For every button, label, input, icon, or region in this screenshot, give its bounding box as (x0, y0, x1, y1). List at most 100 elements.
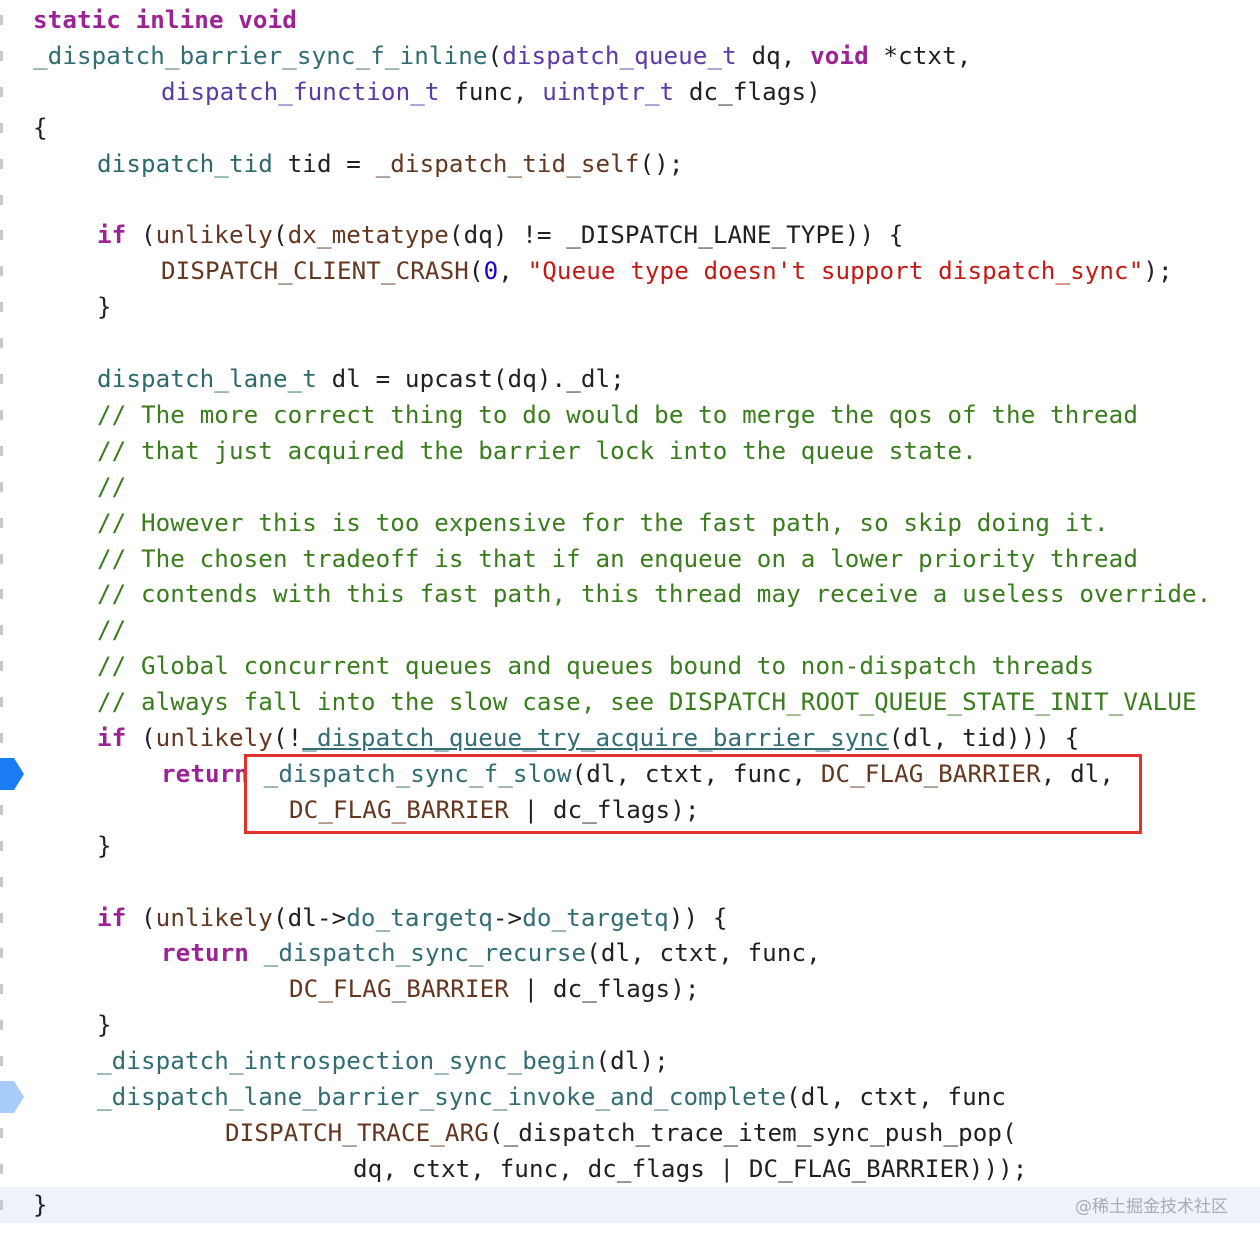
line-number-gutter-mark[interactable] (0, 338, 3, 349)
number-literal: 0 (483, 257, 499, 286)
line-number-gutter-mark[interactable] (0, 50, 3, 61)
line-number-gutter-mark[interactable] (0, 194, 3, 205)
code-text: } (33, 828, 112, 864)
code-line[interactable] (0, 864, 1260, 900)
disabled-breakpoint-icon[interactable] (0, 1081, 24, 1113)
code-line[interactable]: } (0, 1007, 1260, 1043)
line-number-gutter-mark[interactable] (0, 517, 3, 528)
code-text: { (33, 110, 48, 146)
macro: dx_metatype (287, 221, 449, 250)
line-number-gutter-mark[interactable] (0, 984, 3, 995)
code-line[interactable]: // The chosen tradeoff is that if an enq… (0, 541, 1260, 577)
code-token: , dl, (1040, 759, 1115, 788)
code-line[interactable]: _dispatch_barrier_sync_f_inline(dispatch… (0, 38, 1260, 74)
keyword: static inline void (33, 6, 297, 34)
line-number-gutter-mark[interactable] (0, 1056, 3, 1067)
code-text: // The chosen tradeoff is that if an enq… (33, 541, 1138, 577)
line-number-gutter-mark[interactable] (0, 553, 3, 564)
code-line[interactable]: // The more correct thing to do would be… (0, 397, 1260, 433)
code-token: ( (126, 903, 156, 932)
code-token: ( (468, 257, 484, 286)
code-line[interactable]: DC_FLAG_BARRIER | dc_flags); (0, 792, 1260, 828)
code-line[interactable]: { (0, 110, 1260, 146)
line-number-gutter-mark[interactable] (0, 15, 3, 25)
line-number-gutter-mark[interactable] (0, 840, 3, 851)
line-number-gutter-mark[interactable] (0, 302, 3, 313)
breakpoint-icon[interactable] (0, 757, 24, 790)
macro: DC_FLAG_BARRIER (820, 759, 1041, 788)
code-line[interactable]: // (0, 612, 1260, 648)
code-line[interactable]: // Global concurrent queues and queues b… (0, 648, 1260, 684)
keyword: void (810, 41, 869, 70)
line-number-gutter-mark[interactable] (0, 374, 3, 384)
line-number-gutter-mark[interactable] (0, 445, 3, 456)
line-number-gutter-mark[interactable] (0, 804, 3, 815)
code-editor[interactable]: static inline void _dispatch_barrier_sync… (0, 0, 1260, 1244)
line-number-gutter-mark[interactable] (0, 86, 3, 97)
code-token: ); (1143, 257, 1173, 286)
line-number-gutter-mark[interactable] (0, 481, 3, 492)
macro: _dispatch_tid_self (375, 149, 640, 178)
code-line[interactable]: if (unlikely(dx_metatype(dq) != _DISPATC… (0, 217, 1260, 253)
code-text: static inline void (33, 2, 297, 38)
code-line[interactable]: } (0, 828, 1260, 864)
line-number-gutter-mark[interactable] (0, 912, 3, 923)
code-line[interactable]: DISPATCH_CLIENT_CRASH(0, "Queue type doe… (0, 253, 1260, 289)
code-line[interactable]: return _dispatch_sync_f_slow(dl, ctxt, f… (0, 756, 1260, 792)
code-line[interactable]: dispatch_function_t func, uintptr_t dc_f… (0, 74, 1260, 110)
code-line[interactable]: } (0, 289, 1260, 325)
code-line[interactable]: // that just acquired the barrier lock i… (0, 433, 1260, 469)
line-number-gutter-mark[interactable] (0, 266, 3, 277)
code-line[interactable]: dq, ctxt, func, dc_flags | DC_FLAG_BARRI… (0, 1151, 1260, 1187)
code-line[interactable] (0, 325, 1260, 361)
line-number-gutter-mark[interactable] (0, 1199, 3, 1210)
code-line[interactable]: static inline void (0, 2, 1260, 38)
code-line[interactable]: DC_FLAG_BARRIER | dc_flags); (0, 971, 1260, 1007)
code-token: } (33, 831, 112, 860)
macro: DC_FLAG_BARRIER (289, 975, 509, 1004)
line-number-gutter-mark[interactable] (0, 158, 3, 169)
code-line[interactable] (0, 182, 1260, 218)
code-token: (dl, ctxt, func (786, 1083, 1007, 1111)
code-line[interactable]: DISPATCH_TRACE_ARG(_dispatch_trace_item_… (0, 1115, 1260, 1151)
code-line[interactable]: if (unlikely(dl->do_targetq->do_targetq)… (0, 900, 1260, 936)
function-name: _dispatch_lane_barrier_sync_invoke_and_c… (97, 1083, 787, 1111)
line-number-gutter-mark[interactable] (0, 1163, 3, 1174)
code-text: // The more correct thing to do would be… (33, 397, 1138, 433)
code-line[interactable]: // always fall into the slow case, see D… (0, 684, 1260, 720)
code-line[interactable]: // contends with this fast path, this th… (0, 576, 1260, 612)
code-text: // (33, 469, 126, 505)
line-number-gutter-mark[interactable] (0, 1127, 3, 1138)
code-line[interactable]: dispatch_tid tid = _dispatch_tid_self(); (0, 146, 1260, 182)
code-line[interactable]: _dispatch_introspection_sync_begin(dl); (0, 1043, 1260, 1079)
keyword: return (161, 939, 249, 968)
line-number-gutter-mark[interactable] (0, 122, 3, 133)
function-name: do_targetq (346, 903, 493, 932)
line-number-gutter-mark[interactable] (0, 697, 3, 708)
code-line[interactable]: return _dispatch_sync_recurse(dl, ctxt, … (0, 935, 1260, 971)
comment: // However this is too expensive for the… (97, 508, 1109, 537)
code-line[interactable]: } (0, 1186, 1260, 1223)
code-line[interactable]: if (unlikely(!_dispatch_queue_try_acquir… (0, 720, 1260, 756)
line-number-gutter-mark[interactable] (0, 733, 3, 743)
line-number-gutter-mark[interactable] (0, 589, 3, 600)
line-number-gutter-mark[interactable] (0, 876, 3, 887)
code-text: dispatch_lane_t dl = upcast(dq)._dl; (33, 361, 625, 397)
code-line[interactable]: // However this is too expensive for the… (0, 505, 1260, 541)
line-number-gutter-mark[interactable] (0, 661, 3, 672)
code-text: dispatch_tid tid = _dispatch_tid_self(); (33, 146, 684, 182)
line-number-gutter-mark[interactable] (0, 230, 3, 241)
line-number-gutter-mark[interactable] (0, 1020, 3, 1031)
code-token: } (33, 1011, 112, 1040)
line-number-gutter-mark[interactable] (0, 625, 3, 636)
code-line[interactable]: dispatch_lane_t dl = upcast(dq)._dl; (0, 361, 1260, 397)
line-number-gutter-mark[interactable] (0, 948, 3, 959)
line-number-gutter-mark[interactable] (0, 409, 3, 420)
code-token: (_dispatch_trace_item_sync_push_pop( (488, 1118, 1017, 1147)
code-line[interactable]: _dispatch_lane_barrier_sync_invoke_and_c… (0, 1079, 1260, 1115)
code-line[interactable]: // (0, 469, 1260, 505)
